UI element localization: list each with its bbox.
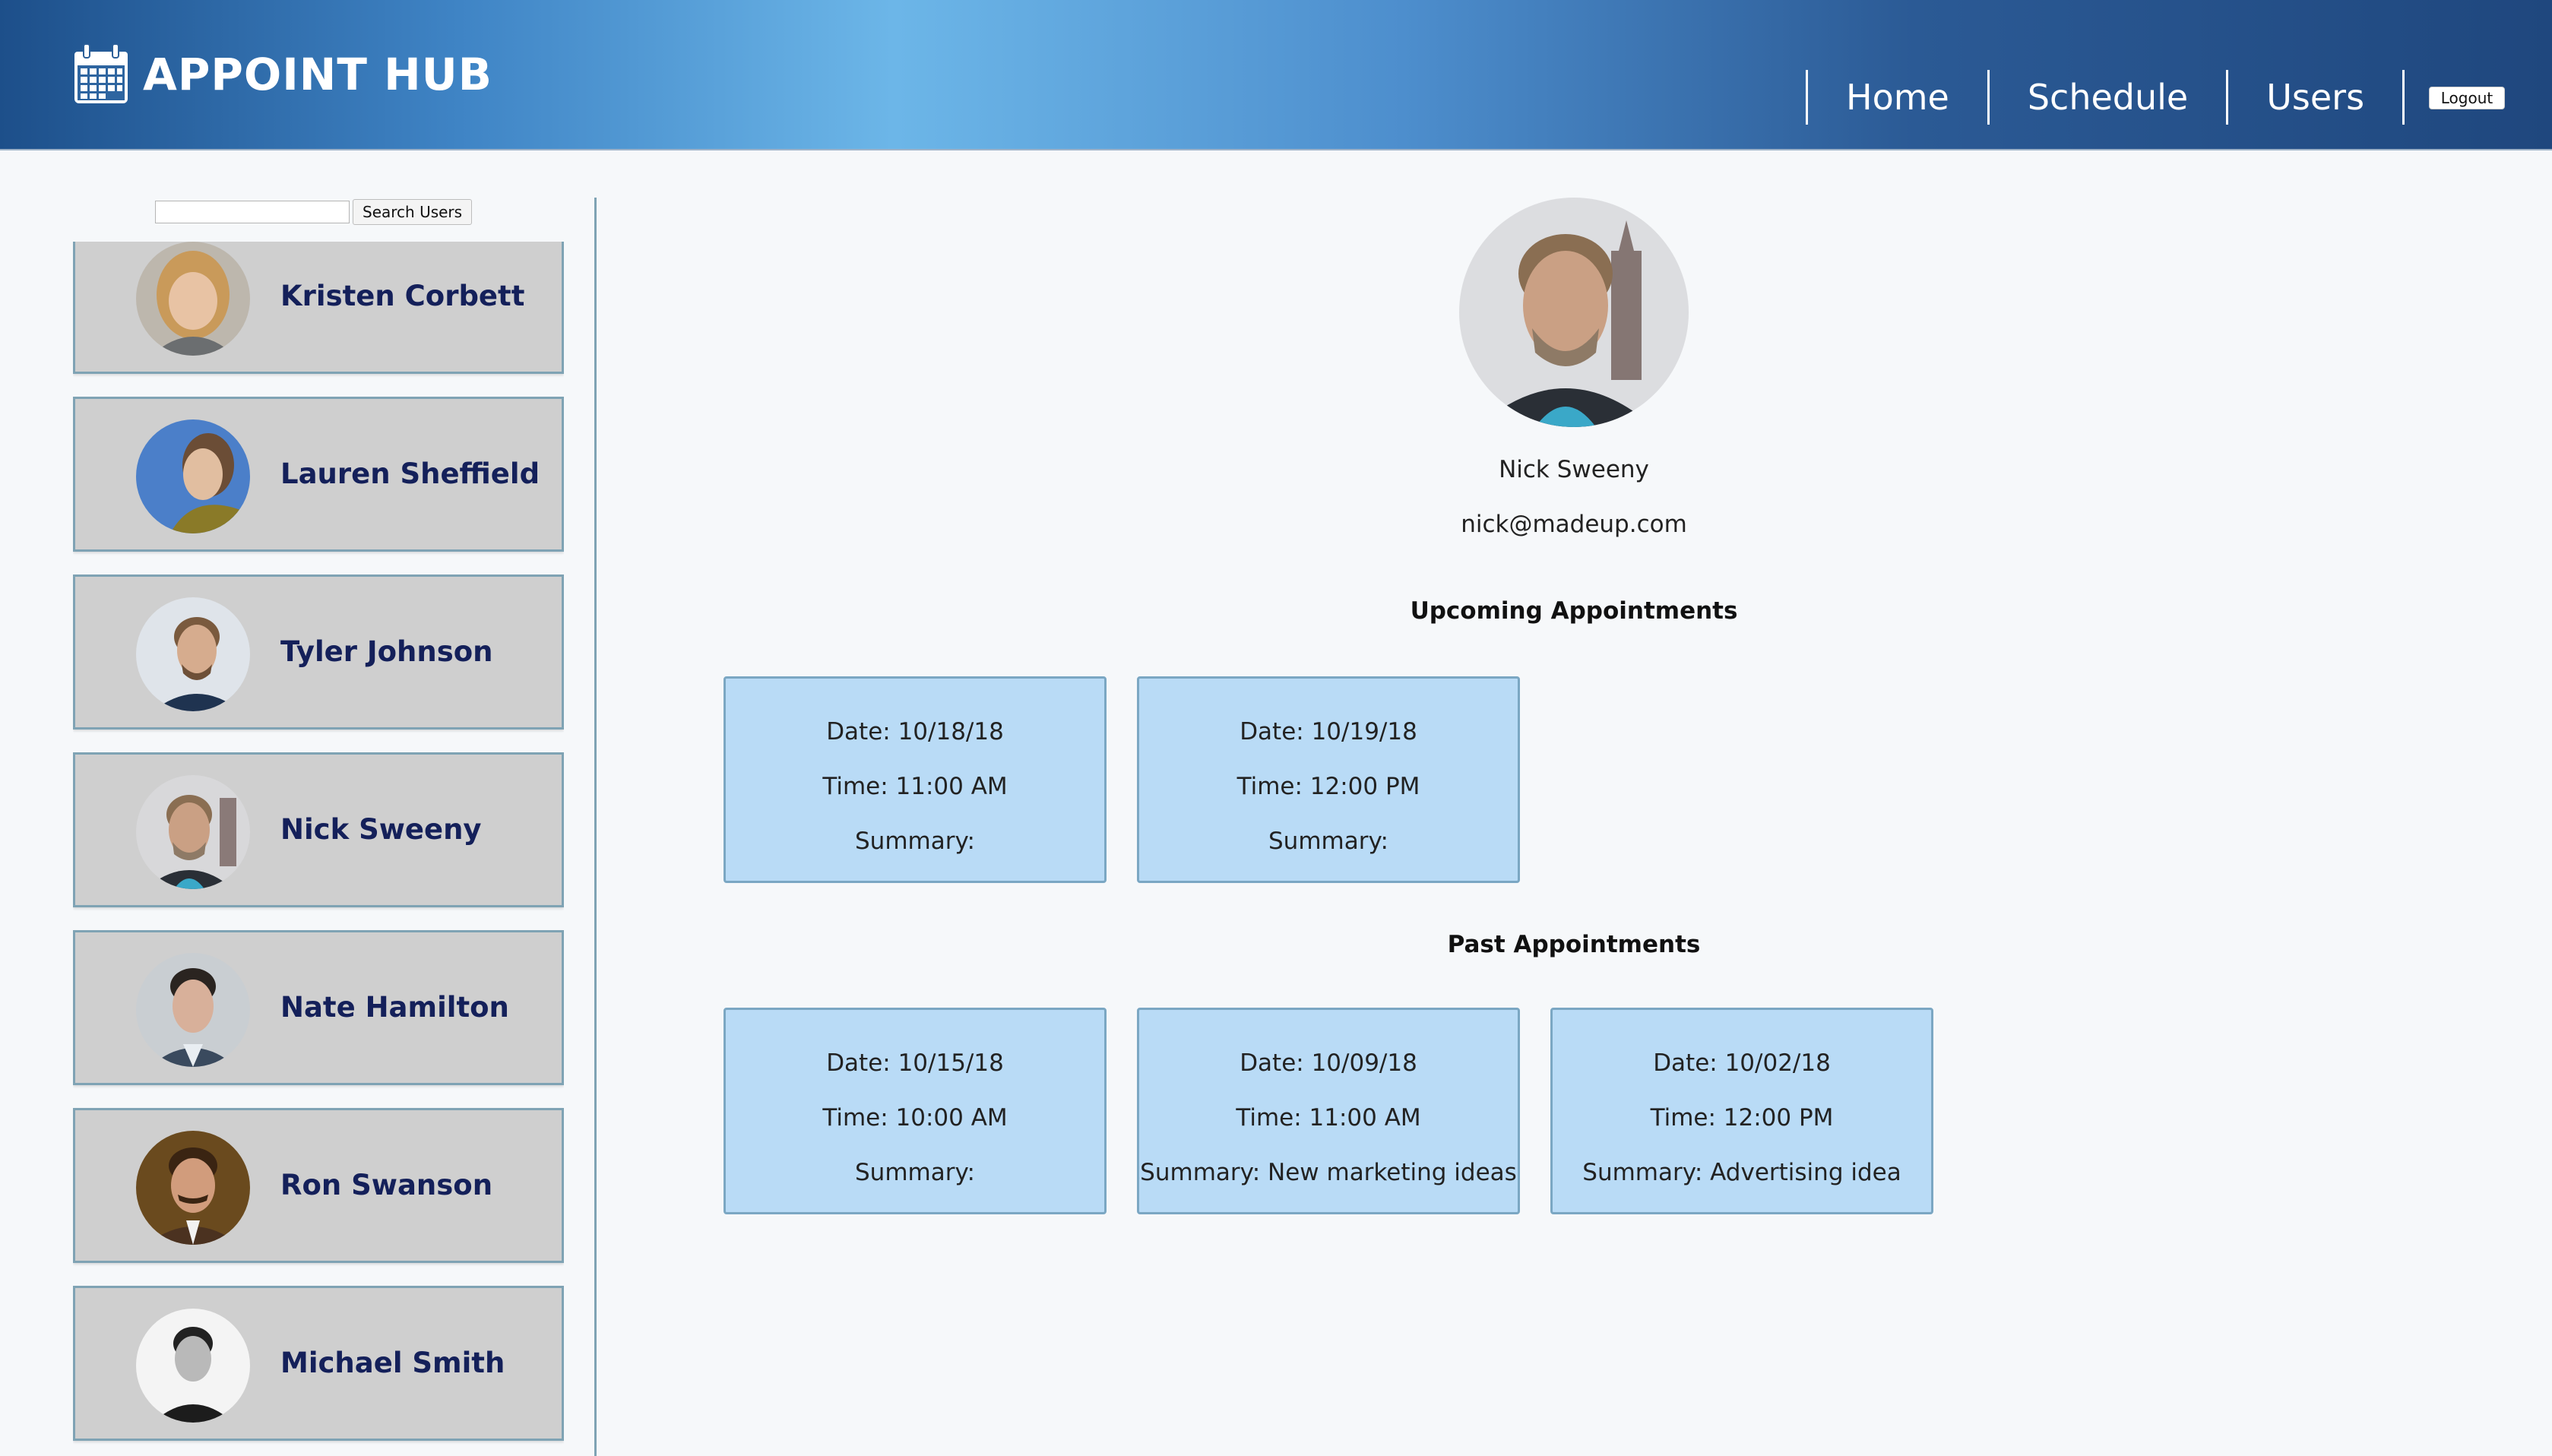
upcoming-appointments-title: Upcoming Appointments (1410, 597, 1738, 625)
appointment-card[interactable]: Date: 10/02/18 Time: 12:00 PM Summary: A… (1550, 1008, 1933, 1214)
appointment-card[interactable]: Date: 10/09/18 Time: 11:00 AM Summary: N… (1137, 1008, 1520, 1214)
appointment-time: Time: 10:00 AM (822, 1104, 1008, 1132)
user-name: Nate Hamilton (280, 991, 509, 1024)
user-name: Nick Sweeny (280, 813, 482, 846)
appointment-card[interactable]: Date: 10/18/18 Time: 11:00 AM Summary: (723, 676, 1107, 883)
nav-home[interactable]: Home (1808, 70, 1987, 125)
appointment-time: Time: 12:00 PM (1236, 773, 1420, 800)
nav-divider (2402, 70, 2405, 125)
appointment-card[interactable]: Date: 10/15/18 Time: 10:00 AM Summary: (723, 1008, 1107, 1214)
nav-schedule[interactable]: Schedule (1990, 70, 2226, 125)
user-card-ron-swanson[interactable]: Ron Swanson (73, 1108, 564, 1263)
user-name: Michael Smith (280, 1347, 505, 1379)
nav-users[interactable]: Users (2228, 70, 2402, 125)
brand[interactable]: APPOINT HUB (73, 43, 492, 106)
avatar (136, 1131, 250, 1245)
user-name: Tyler Johnson (280, 635, 493, 668)
appointment-date: Date: 10/15/18 (826, 1049, 1004, 1077)
avatar (136, 1309, 250, 1423)
profile-email: nick@madeup.com (1461, 511, 1687, 538)
user-card-nate-hamilton[interactable]: Nate Hamilton (73, 930, 564, 1085)
user-card-kristen-corbett[interactable]: Kristen Corbett (73, 242, 564, 374)
avatar (136, 775, 250, 889)
avatar (136, 419, 250, 533)
user-name: Lauren Sheffield (280, 457, 540, 490)
user-card-tyler-johnson[interactable]: Tyler Johnson (73, 574, 564, 730)
avatar (136, 953, 250, 1067)
past-appointments-title: Past Appointments (1447, 931, 1701, 958)
appointment-date: Date: 10/02/18 (1653, 1049, 1831, 1077)
avatar (136, 597, 250, 711)
user-list[interactable]: Kristen Corbett Lauren Sheffield Tyler J… (73, 242, 564, 1456)
sidebar-divider (594, 198, 597, 1456)
calendar-icon (74, 43, 128, 103)
appointment-time: Time: 11:00 AM (822, 773, 1008, 800)
app-header: APPOINT HUB Home Schedule Users Logout (0, 0, 2552, 150)
appointment-summary: Summary: (855, 1159, 975, 1186)
user-card-michael-smith[interactable]: Michael Smith (73, 1286, 564, 1441)
appointment-date: Date: 10/18/18 (826, 718, 1004, 745)
appointment-summary: Summary: Advertising idea (1582, 1159, 1901, 1186)
user-name: Ron Swanson (280, 1169, 493, 1201)
appointment-summary: Summary: New marketing ideas (1140, 1159, 1517, 1186)
user-card-nick-sweeny[interactable]: Nick Sweeny (73, 752, 564, 907)
appointment-card[interactable]: Date: 10/19/18 Time: 12:00 PM Summary: (1137, 676, 1520, 883)
appointment-summary: Summary: (1268, 828, 1388, 855)
logout-button[interactable]: Logout (2429, 87, 2505, 109)
user-search: Search Users (155, 199, 473, 225)
search-users-button[interactable]: Search Users (353, 199, 473, 225)
appointment-summary: Summary: (855, 828, 975, 855)
profile-avatar (1459, 198, 1689, 427)
avatar (136, 242, 250, 356)
user-name: Kristen Corbett (280, 280, 525, 312)
main-nav: Home Schedule Users (1806, 70, 2405, 125)
appointment-date: Date: 10/19/18 (1240, 718, 1417, 745)
user-card-lauren-sheffield[interactable]: Lauren Sheffield (73, 397, 564, 552)
appointment-time: Time: 12:00 PM (1650, 1104, 1834, 1132)
profile-name: Nick Sweeny (1499, 456, 1649, 483)
appointment-time: Time: 11:00 AM (1236, 1104, 1421, 1132)
appointment-date: Date: 10/09/18 (1240, 1049, 1417, 1077)
app-title: APPOINT HUB (143, 49, 492, 100)
search-input[interactable] (155, 201, 350, 223)
